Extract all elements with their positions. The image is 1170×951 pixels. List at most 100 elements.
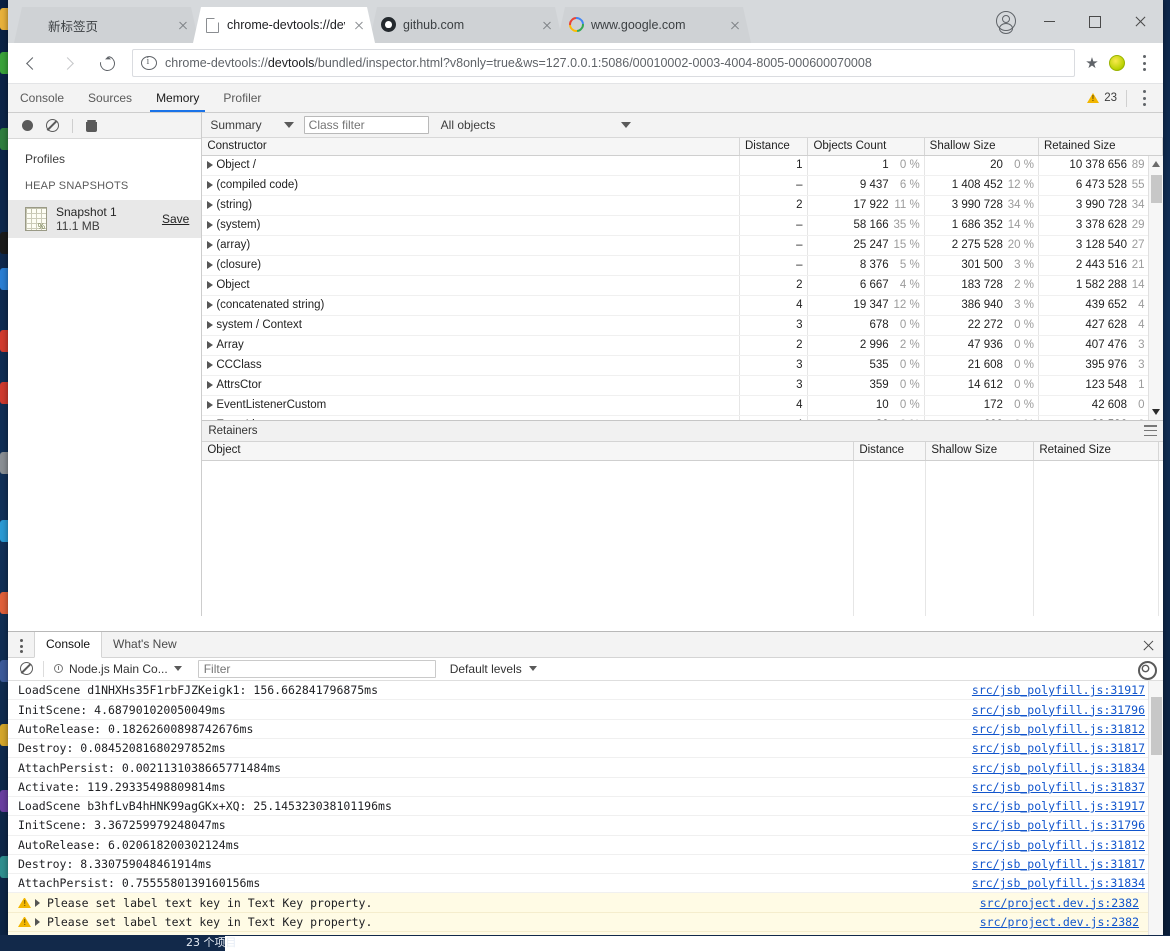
trash-icon[interactable] — [86, 120, 97, 132]
forward-button[interactable] — [54, 48, 84, 78]
warning-count-badge[interactable]: 23 — [1087, 90, 1127, 107]
column-header-retained-size[interactable]: Retained Size — [1039, 138, 1163, 155]
avatar[interactable] — [996, 11, 1016, 31]
scrollbar-thumb[interactable] — [1151, 175, 1162, 203]
console-levels-select[interactable]: Default levels — [450, 662, 537, 676]
reload-button[interactable] — [92, 48, 122, 78]
drawer-menu-icon[interactable] — [8, 632, 34, 657]
view-mode-select[interactable]: Summary — [210, 118, 303, 132]
console-source-link[interactable]: src/jsb_polyfill.js:31917 — [972, 799, 1163, 813]
class-filter-input[interactable] — [304, 116, 429, 134]
gear-icon[interactable] — [1138, 661, 1153, 676]
console-source-link[interactable]: src/jsb_polyfill.js:31917 — [972, 683, 1163, 697]
back-button[interactable] — [16, 48, 46, 78]
scroll-up-icon[interactable] — [1152, 161, 1160, 167]
expand-triangle-icon[interactable] — [207, 281, 213, 289]
table-row[interactable]: system / Context36780 %22 2720 %427 6284… — [202, 316, 1163, 336]
expand-triangle-icon[interactable] — [207, 361, 213, 369]
close-icon[interactable] — [539, 17, 555, 33]
table-row[interactable]: (concatenated string)419 34712 %386 9403… — [202, 296, 1163, 316]
snapshot-list-item[interactable]: Snapshot 1 11.1 MB Save — [8, 200, 201, 238]
retainers-menu-icon[interactable] — [1144, 425, 1157, 436]
table-row[interactable]: Array22 9962 %47 9360 %407 4763 % — [202, 336, 1163, 356]
info-icon[interactable] — [141, 56, 157, 70]
console-source-link[interactable]: src/project.dev.js:2382 — [980, 896, 1163, 910]
console-source-link[interactable]: src/jsb_polyfill.js:31837 — [972, 780, 1163, 794]
table-row[interactable]: (array)–25 24715 %2 275 52820 %3 128 540… — [202, 236, 1163, 256]
close-icon[interactable] — [175, 17, 191, 33]
browser-tab-devtools[interactable]: chrome-devtools://dev — [193, 7, 375, 43]
devtools-menu-icon[interactable] — [1133, 85, 1155, 111]
drawer-tab-whats-new[interactable]: What's New — [102, 632, 188, 657]
column-header-shallow-size[interactable]: Shallow Size — [926, 442, 1034, 460]
console-filter-input[interactable] — [198, 660, 436, 678]
table-row[interactable]: (compiled code)–9 4376 %1 408 45212 %6 4… — [202, 176, 1163, 196]
grid-scrollbar[interactable] — [1148, 156, 1163, 420]
clear-console-icon[interactable] — [20, 662, 33, 675]
column-header-object[interactable]: Object — [202, 442, 854, 460]
column-header-shallow-size[interactable]: Shallow Size — [925, 138, 1039, 155]
expand-triangle-icon[interactable] — [207, 321, 213, 329]
console-context-select[interactable]: Node.js Main Co... — [43, 661, 192, 677]
browser-menu-icon[interactable] — [1133, 50, 1155, 76]
browser-tab-newtab[interactable]: 新标签页 — [14, 7, 199, 43]
object-scope-select[interactable]: All objects — [429, 118, 639, 132]
table-row[interactable]: (system)–58 16635 %1 686 35214 %3 378 62… — [202, 216, 1163, 236]
tab-profiler[interactable]: Profiler — [211, 84, 273, 112]
bookmark-star-icon[interactable]: ★ — [1081, 52, 1103, 74]
table-row[interactable]: Object /110 %200 %10 378 65689 % — [202, 156, 1163, 176]
column-header-retained-size[interactable]: Retained Size — [1034, 442, 1159, 460]
expand-triangle-icon[interactable] — [207, 181, 213, 189]
table-row[interactable]: EventList4300 %6000 %39 5860 % — [202, 416, 1163, 420]
expand-triangle-icon[interactable] — [207, 261, 213, 269]
column-header-distance[interactable]: Distance — [740, 138, 808, 155]
expand-triangle-icon[interactable] — [207, 161, 213, 169]
console-source-link[interactable]: src/jsb_polyfill.js:31796 — [972, 818, 1163, 832]
extension-icon[interactable] — [1109, 55, 1125, 71]
console-source-link[interactable]: src/jsb_polyfill.js:31796 — [972, 703, 1163, 717]
save-snapshot-link[interactable]: Save — [162, 212, 191, 226]
tab-memory[interactable]: Memory — [144, 84, 211, 112]
expand-triangle-icon[interactable] — [207, 341, 213, 349]
tab-console[interactable]: Console — [8, 84, 76, 112]
expand-triangle-icon[interactable] — [207, 221, 213, 229]
column-header-objects-count[interactable]: Objects Count — [808, 138, 924, 155]
clear-icon[interactable] — [46, 119, 59, 132]
record-icon[interactable] — [22, 120, 33, 131]
console-source-link[interactable]: src/jsb_polyfill.js:31834 — [972, 876, 1163, 890]
close-drawer-icon[interactable] — [1133, 632, 1163, 657]
console-source-link[interactable]: src/jsb_polyfill.js:31834 — [972, 761, 1163, 775]
table-row[interactable]: CCClass35350 %21 6080 %395 9763 % — [202, 356, 1163, 376]
column-header-constructor[interactable]: Constructor — [202, 138, 740, 155]
console-source-link[interactable]: src/jsb_polyfill.js:31817 — [972, 857, 1163, 871]
column-header-distance[interactable]: Distance — [854, 442, 926, 460]
address-bar[interactable]: chrome-devtools://devtools/bundled/inspe… — [132, 49, 1075, 77]
maximize-icon[interactable] — [1072, 0, 1117, 43]
table-row[interactable]: EventListenerCustom4100 %1720 %42 6080 % — [202, 396, 1163, 416]
console-source-link[interactable]: src/project.dev.js:2382 — [980, 915, 1163, 929]
table-row[interactable]: Object26 6674 %183 7282 %1 582 28814 % — [202, 276, 1163, 296]
expand-triangle-icon[interactable] — [35, 899, 44, 907]
browser-tab-google[interactable]: www.google.com — [557, 7, 751, 43]
table-row[interactable]: (closure)–8 3765 %301 5003 %2 443 51621 … — [202, 256, 1163, 276]
expand-triangle-icon[interactable] — [207, 201, 213, 209]
drawer-tab-console[interactable]: Console — [34, 632, 102, 658]
close-icon[interactable] — [1117, 0, 1163, 43]
expand-triangle-icon[interactable] — [35, 918, 44, 926]
expand-triangle-icon[interactable] — [207, 381, 213, 389]
table-row[interactable]: AttrsCtor33590 %14 6120 %123 5481 % — [202, 376, 1163, 396]
close-icon[interactable] — [727, 17, 743, 33]
scrollbar-thumb[interactable] — [1151, 697, 1162, 755]
console-source-link[interactable]: src/jsb_polyfill.js:31812 — [972, 838, 1163, 852]
close-icon[interactable] — [351, 17, 367, 33]
minimize-icon[interactable] — [1027, 0, 1072, 43]
console-source-link[interactable]: src/jsb_polyfill.js:31812 — [972, 722, 1163, 736]
expand-triangle-icon[interactable] — [207, 241, 213, 249]
tab-sources[interactable]: Sources — [76, 84, 144, 112]
console-scrollbar[interactable] — [1148, 681, 1163, 936]
browser-tab-github[interactable]: github.com — [369, 7, 563, 43]
expand-triangle-icon[interactable] — [207, 301, 213, 309]
expand-triangle-icon[interactable] — [207, 401, 213, 409]
console-source-link[interactable]: src/jsb_polyfill.js:31817 — [972, 741, 1163, 755]
table-row[interactable]: (string)217 92211 %3 990 72834 %3 990 72… — [202, 196, 1163, 216]
